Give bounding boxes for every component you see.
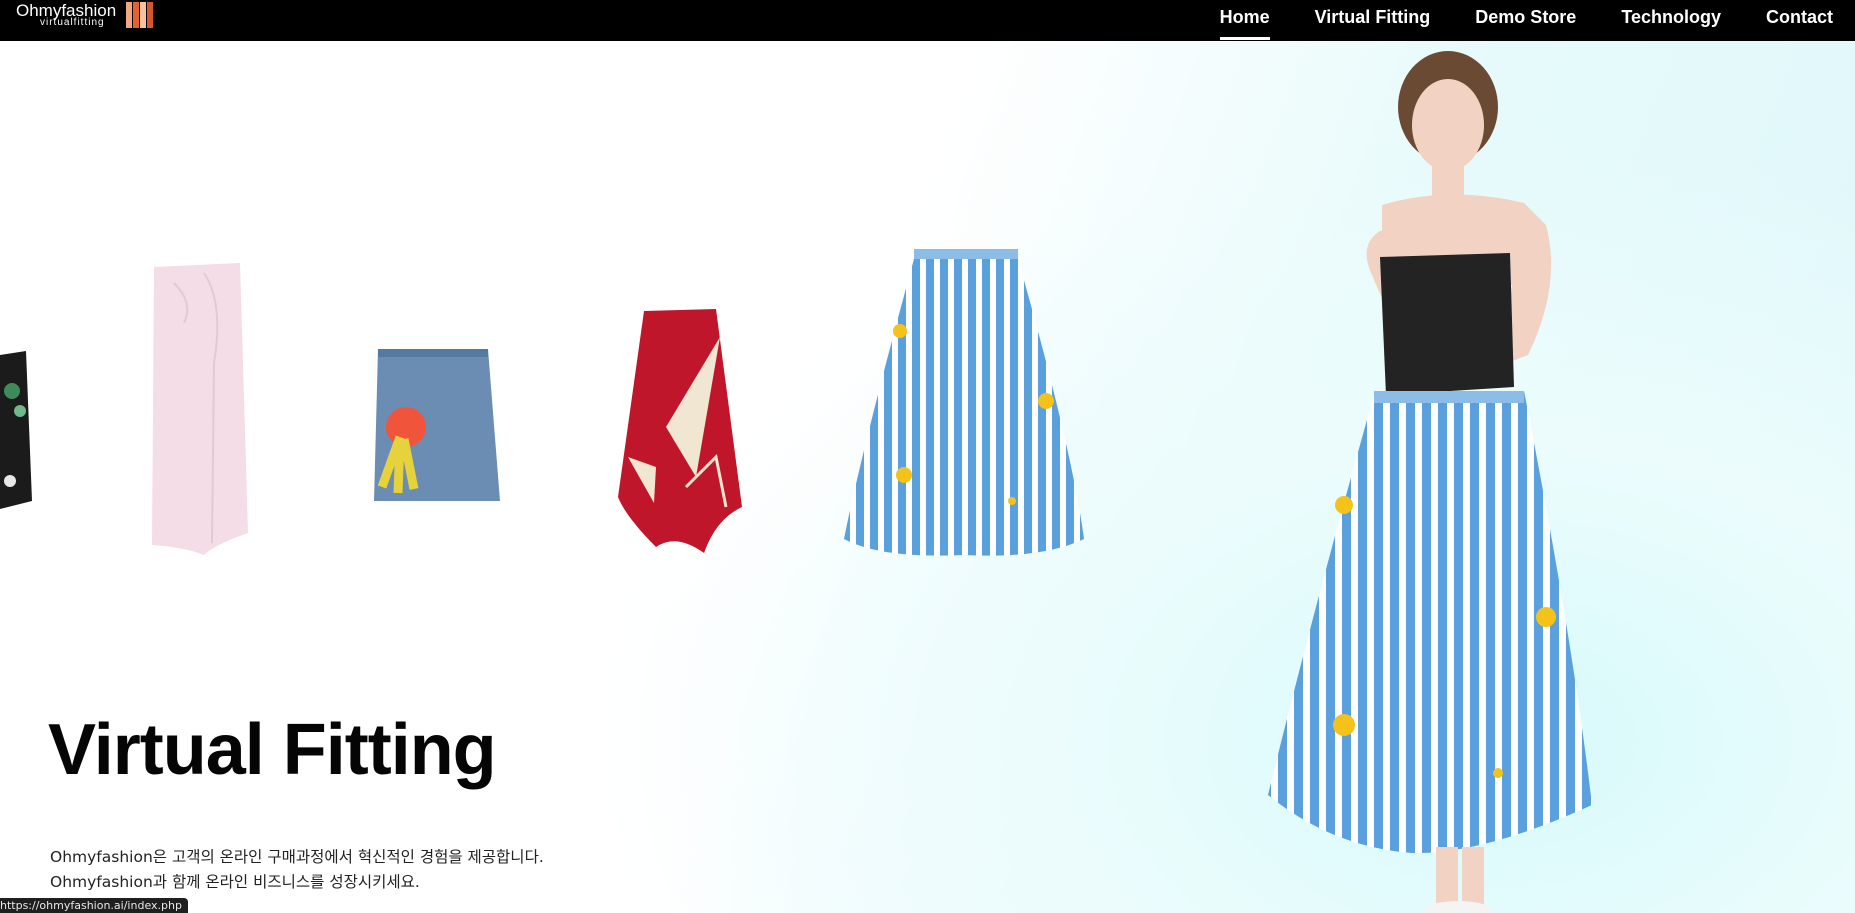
hero-title: Virtual Fitting bbox=[48, 710, 497, 790]
hero-subtitle-line-2: Ohmyfashion과 함께 온라인 비즈니스를 성장시키세요. bbox=[50, 873, 420, 891]
nav-contact[interactable]: Contact bbox=[1766, 0, 1833, 41]
nav-virtual-fitting[interactable]: Virtual Fitting bbox=[1315, 0, 1431, 41]
browser-status-url: https://ohmyfashion.ai/index.php bbox=[0, 898, 188, 913]
main-nav: Home Virtual Fitting Demo Store Technolo… bbox=[1175, 0, 1833, 41]
hero-subtitle-line-1: Ohmyfashion은 고객의 온라인 구매과정에서 혁신적인 경험을 제공합… bbox=[50, 848, 544, 866]
nav-home[interactable]: Home bbox=[1219, 0, 1270, 41]
nav-demo-store[interactable]: Demo Store bbox=[1475, 0, 1576, 41]
product-denim-mini-skirt[interactable] bbox=[370, 347, 505, 507]
nav-technology[interactable]: Technology bbox=[1621, 0, 1721, 41]
virtual-fitting-model bbox=[1268, 51, 1592, 913]
product-floral-black-skirt[interactable] bbox=[0, 351, 40, 511]
product-red-asymmetric-skirt[interactable] bbox=[616, 307, 746, 557]
top-navigation-bar: Ohmyfashion virtualfitting Home Virtual … bbox=[0, 0, 1855, 41]
hero-subtitle: Ohmyfashion은 고객의 온라인 구매과정에서 혁신적인 경험을 제공합… bbox=[50, 845, 544, 895]
brand-tagline: virtualfitting bbox=[40, 17, 105, 28]
hero-section: Virtual Fitting Ohmyfashion은 고객의 온라인 구매과… bbox=[0, 41, 1855, 913]
product-blue-striped-midi-skirt[interactable] bbox=[842, 249, 1086, 561]
logo-bars-icon bbox=[126, 2, 164, 28]
product-pink-wrap-skirt[interactable] bbox=[144, 263, 264, 563]
